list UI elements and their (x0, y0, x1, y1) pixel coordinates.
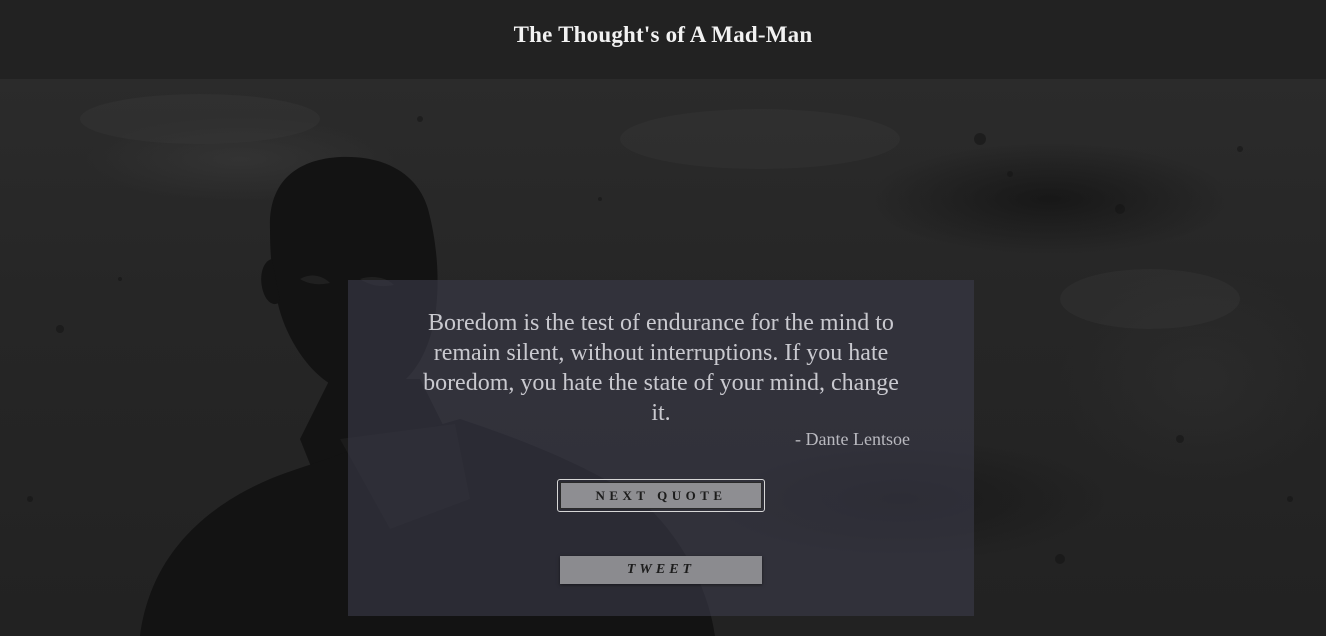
tweet-button[interactable]: TWEET (560, 556, 762, 584)
quote-author: - Dante Lentsoe (795, 429, 910, 449)
quote-box: Boredom is the test of endurance for the… (348, 280, 974, 616)
quote-text: Boredom is the test of endurance for the… (423, 310, 899, 426)
site-header: The Thought's of A Mad-Man (0, 0, 1326, 79)
next-quote-label: NEXT QUOTE (560, 482, 762, 509)
next-quote-button[interactable]: NEXT QUOTE (557, 479, 765, 512)
page-title: The Thought's of A Mad-Man (513, 22, 813, 47)
